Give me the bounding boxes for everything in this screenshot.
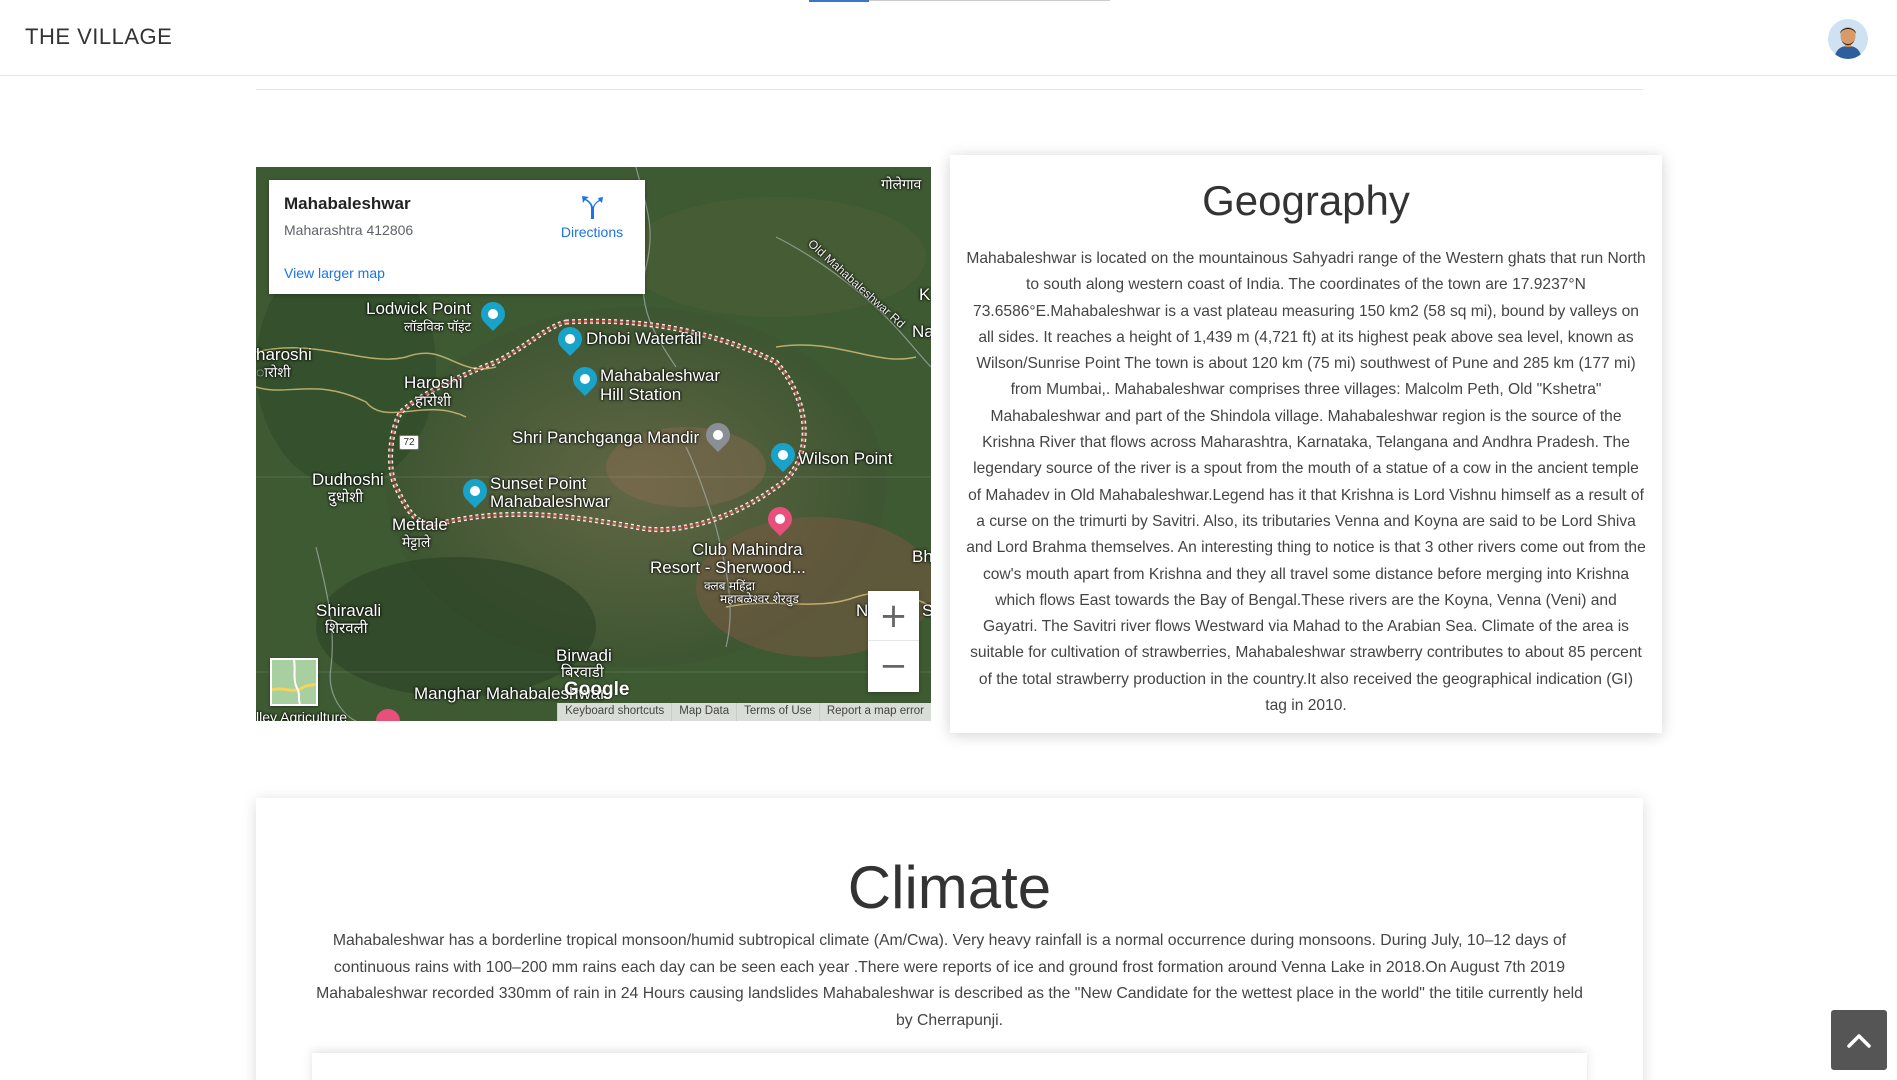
map-label-shiravali-local: शिरवली (325, 620, 368, 637)
section-divider (256, 89, 1643, 90)
report-map-error-link[interactable]: Report a map error (818, 703, 931, 721)
map-label-sunset-2: Mahabaleshwar (490, 492, 611, 511)
zoom-out-button[interactable]: − (868, 641, 919, 691)
scroll-progress-track (809, 0, 1110, 2)
map-label-alley: lley Agriculture (256, 709, 348, 721)
top-navbar: THE VILLAGE (0, 0, 1897, 76)
map-label-mettale: Mettale (392, 515, 448, 534)
map-label-golegaon: गोलेगाव (881, 176, 922, 192)
view-larger-map-link[interactable]: View larger map (284, 265, 385, 281)
map-label-station-2: Hill Station (600, 385, 682, 404)
map-label-dudhoshi: Dudhoshi (312, 470, 384, 489)
place-address: Maharashtra 412806 (284, 222, 414, 238)
map-label-haroshi-edge: haroshi (256, 345, 312, 364)
map-place-card: Mahabaleshwar Maharashtra 412806 View la… (269, 180, 645, 294)
map-label-haroshi-edge-local: ारोशी (256, 364, 291, 380)
map-label-station-1: Mahabaleshwar (600, 366, 721, 385)
map-label-lodwick: Lodwick Point (366, 299, 471, 318)
map-label-dudhoshi-local: दुधोशी (328, 489, 364, 506)
google-map-embed[interactable]: Lodwick Point लॉडविक पॉइंट Dhobi Waterfa… (256, 167, 931, 721)
user-avatar-icon[interactable] (1828, 19, 1868, 59)
map-label-club-1: Club Mahindra (692, 540, 803, 559)
keyboard-shortcuts-link[interactable]: Keyboard shortcuts (557, 703, 671, 721)
site-brand[interactable]: THE VILLAGE (25, 24, 172, 50)
map-attribution: Keyboard shortcuts Map Data Terms of Use… (557, 703, 931, 721)
directions-button[interactable]: Directions (552, 194, 632, 240)
map-label-dhobi: Dhobi Waterfall (586, 329, 702, 348)
map-label-edge-s: S (922, 601, 931, 620)
map-label-edge-bh: Bh (912, 547, 931, 566)
map-data-link[interactable]: Map Data (671, 703, 736, 721)
map-label-edge-na: Na (912, 322, 931, 341)
map-label-panchganga: Shri Panchganga Mandir (512, 428, 700, 447)
map-layer-icon (271, 659, 317, 705)
place-name: Mahabaleshwar (284, 194, 411, 213)
zoom-in-button[interactable]: + (868, 591, 919, 641)
map-label-mettale-local: मेट्टाले (402, 534, 431, 550)
chevron-up-icon (1847, 1034, 1871, 1048)
map-label-sunset-1: Sunset Point (490, 474, 587, 493)
climate-title: Climate (847, 854, 1052, 921)
climate-inner-card (312, 1053, 1587, 1080)
map-label-edge-n: N (856, 601, 869, 620)
map-label-shiravali: Shiravali (316, 601, 382, 620)
google-logo: Google (564, 679, 630, 700)
map-label-edge-k: K (919, 285, 931, 304)
directions-icon (582, 196, 603, 219)
map-label-haroshi-local: हारोशी (415, 393, 451, 410)
map-label-wilson: Wilson Point (798, 449, 893, 468)
map-layer-toggle[interactable] (270, 658, 318, 706)
map-label-club-2: Resort - Sherwood... (650, 558, 806, 577)
map-label-club-local-2: महाबळेश्वर शेरवुड (720, 592, 799, 606)
geography-body: Mahabaleshwar is located on the mountain… (966, 250, 1646, 715)
directions-label: Directions (560, 224, 624, 240)
geography-card: Geography Mahabaleshwar is located on th… (950, 155, 1662, 733)
map-label-haroshi: Haroshi (404, 373, 463, 392)
map-zoom-controls: + − (868, 591, 919, 692)
scroll-progress-fill (809, 0, 870, 2)
climate-card: Climate Mahabaleshwar has a borderline t… (256, 798, 1643, 1080)
map-label-lodwick-local: लॉडविक पॉइंट (404, 319, 472, 334)
back-to-top-button[interactable] (1831, 1010, 1887, 1070)
climate-body: Mahabaleshwar has a borderline tropical … (316, 932, 1583, 1029)
geography-title: Geography (1202, 177, 1410, 224)
terms-of-use-link[interactable]: Terms of Use (736, 703, 819, 721)
highway-shield-icon: 72 (399, 435, 419, 450)
